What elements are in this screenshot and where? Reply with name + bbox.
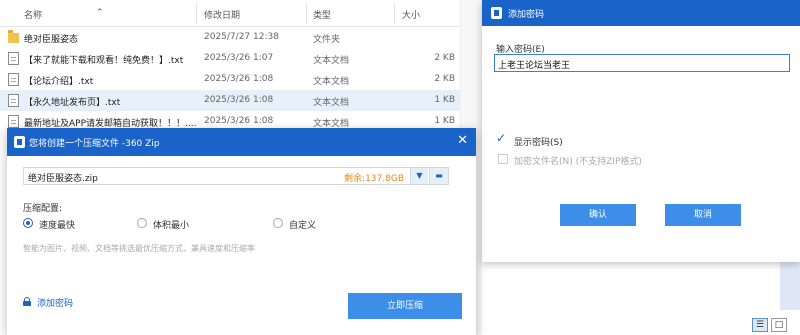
browse-folder-icon[interactable]: ▬ [429, 168, 448, 184]
compress-now-button[interactable]: 立即压缩 [348, 293, 462, 319]
password-dialog-title-bar: 添加密码 [482, 0, 800, 26]
zip-dialog-title: 您将创建一个压缩文件 -360 Zip [29, 139, 160, 149]
checkbox-box [498, 154, 508, 164]
file-name: 绝对臣服姿态 [24, 35, 79, 45]
show-password-label: 显示密码(S) [514, 138, 563, 148]
zip-dialog-title-bar: 您将创建一个压缩文件 -360 Zip ✕ [7, 128, 476, 156]
file-date: 2025/7/27 12:38 [204, 32, 279, 42]
confirm-button[interactable]: 确认 [560, 204, 636, 226]
file-name: 【来了就能下载和观看！纯免费！】.txt [24, 56, 184, 66]
column-type[interactable]: 类型 [313, 8, 331, 21]
option-custom-radio[interactable]: 自定义 [273, 217, 393, 231]
add-password-link[interactable]: 添加密码 [23, 296, 103, 309]
details-view-button[interactable]: ☰ [752, 318, 768, 332]
archive-filename: 绝对臣服姿态.zip [28, 174, 98, 184]
app-logo-icon [491, 7, 502, 19]
add-password-label: 添加密码 [37, 299, 74, 309]
encrypt-filenames-checkbox[interactable]: 加密文件名(N) (不支持ZIP格式) [496, 153, 756, 167]
file-row[interactable]: 【论坛介绍】.txt 2025/3/26 1:08 文本文档 2 KB [0, 69, 460, 90]
file-name: 【永久地址发布页】.txt [24, 98, 121, 108]
file-size: 1 KB [434, 116, 455, 126]
text-file-icon [8, 94, 19, 107]
column-header-row: 名称 ⌃ 修改日期 类型 大小 [0, 0, 460, 27]
file-row-selected[interactable]: 【永久地址发布页】.txt 2025/3/26 1:08 文本文档 1 KB [0, 90, 460, 111]
column-name[interactable]: 名称 [24, 8, 42, 21]
encrypt-filenames-label: 加密文件名(N) (不支持ZIP格式) [514, 157, 642, 167]
column-date[interactable]: 修改日期 [204, 8, 240, 21]
dropdown-chevron-icon[interactable]: ▼ [410, 168, 428, 184]
radio-selected-icon [23, 218, 33, 228]
app-logo-icon [14, 136, 25, 148]
show-password-checkbox[interactable]: ✓ 显示密码(S) [496, 131, 696, 148]
compression-config-label: 压缩配置: [23, 204, 63, 214]
archive-path-input[interactable]: 绝对臣服姿态.zip 剩余:137.8GB ▼ ▬ [23, 167, 449, 185]
file-type: 文本文档 [313, 98, 350, 108]
password-input[interactable]: 上老王论坛当老王 [494, 54, 790, 72]
zip-create-dialog: 您将创建一个压缩文件 -360 Zip ✕ 绝对臣服姿态.zip 剩余:137.… [7, 128, 476, 335]
option-smallest-label: 体积最小 [153, 221, 190, 231]
file-date: 2025/3/26 1:08 [204, 116, 274, 126]
checkmark-icon: ✓ [496, 131, 507, 145]
file-size: 2 KB [434, 53, 455, 63]
file-date: 2025/3/26 1:07 [204, 53, 274, 63]
file-type: 文件夹 [313, 35, 341, 45]
lock-icon [23, 297, 31, 306]
cancel-button[interactable]: 取消 [665, 204, 741, 226]
add-password-dialog: 添加密码 输入密码(E) 上老王论坛当老王 ✓ 显示密码(S) 加密文件名(N)… [482, 0, 800, 262]
file-type: 文本文档 [313, 77, 350, 87]
file-row[interactable]: 【来了就能下载和观看！纯免费！】.txt 2025/3/26 1:07 文本文档… [0, 48, 460, 69]
option-custom-label: 自定义 [289, 221, 317, 231]
free-space-label: 剩余:137.8GB [344, 174, 404, 184]
folder-icon [8, 30, 19, 43]
file-name: 【论坛介绍】.txt [24, 77, 94, 87]
file-type: 文本文档 [313, 56, 350, 66]
radio-unselected-icon [137, 218, 147, 228]
option-fastest-label: 速度最快 [39, 221, 76, 231]
sort-chevron-icon: ⌃ [96, 8, 104, 18]
text-file-icon [8, 52, 19, 65]
password-dialog-title: 添加密码 [508, 10, 545, 20]
file-size: 2 KB [434, 74, 455, 84]
compression-hint: 智能为图片、视频、文档等挑选最优压缩方式，兼具速度和压缩率 [23, 244, 255, 253]
file-date: 2025/3/26 1:08 [204, 74, 274, 84]
text-file-icon [8, 73, 19, 86]
option-smallest-radio[interactable]: 体积最小 [137, 217, 257, 231]
column-size[interactable]: 大小 [402, 8, 420, 21]
file-size: 1 KB [434, 95, 455, 105]
password-input-value: 上老王论坛当老王 [498, 61, 571, 71]
text-file-icon [8, 115, 19, 128]
radio-unselected-icon [273, 218, 283, 228]
tiles-view-button[interactable]: □ [771, 318, 787, 332]
close-icon[interactable]: ✕ [457, 133, 468, 148]
file-date: 2025/3/26 1:08 [204, 95, 274, 105]
file-row[interactable]: 绝对臣服姿态 2025/7/27 12:38 文件夹 [0, 27, 460, 48]
option-fastest-radio[interactable]: 速度最快 [23, 217, 143, 231]
